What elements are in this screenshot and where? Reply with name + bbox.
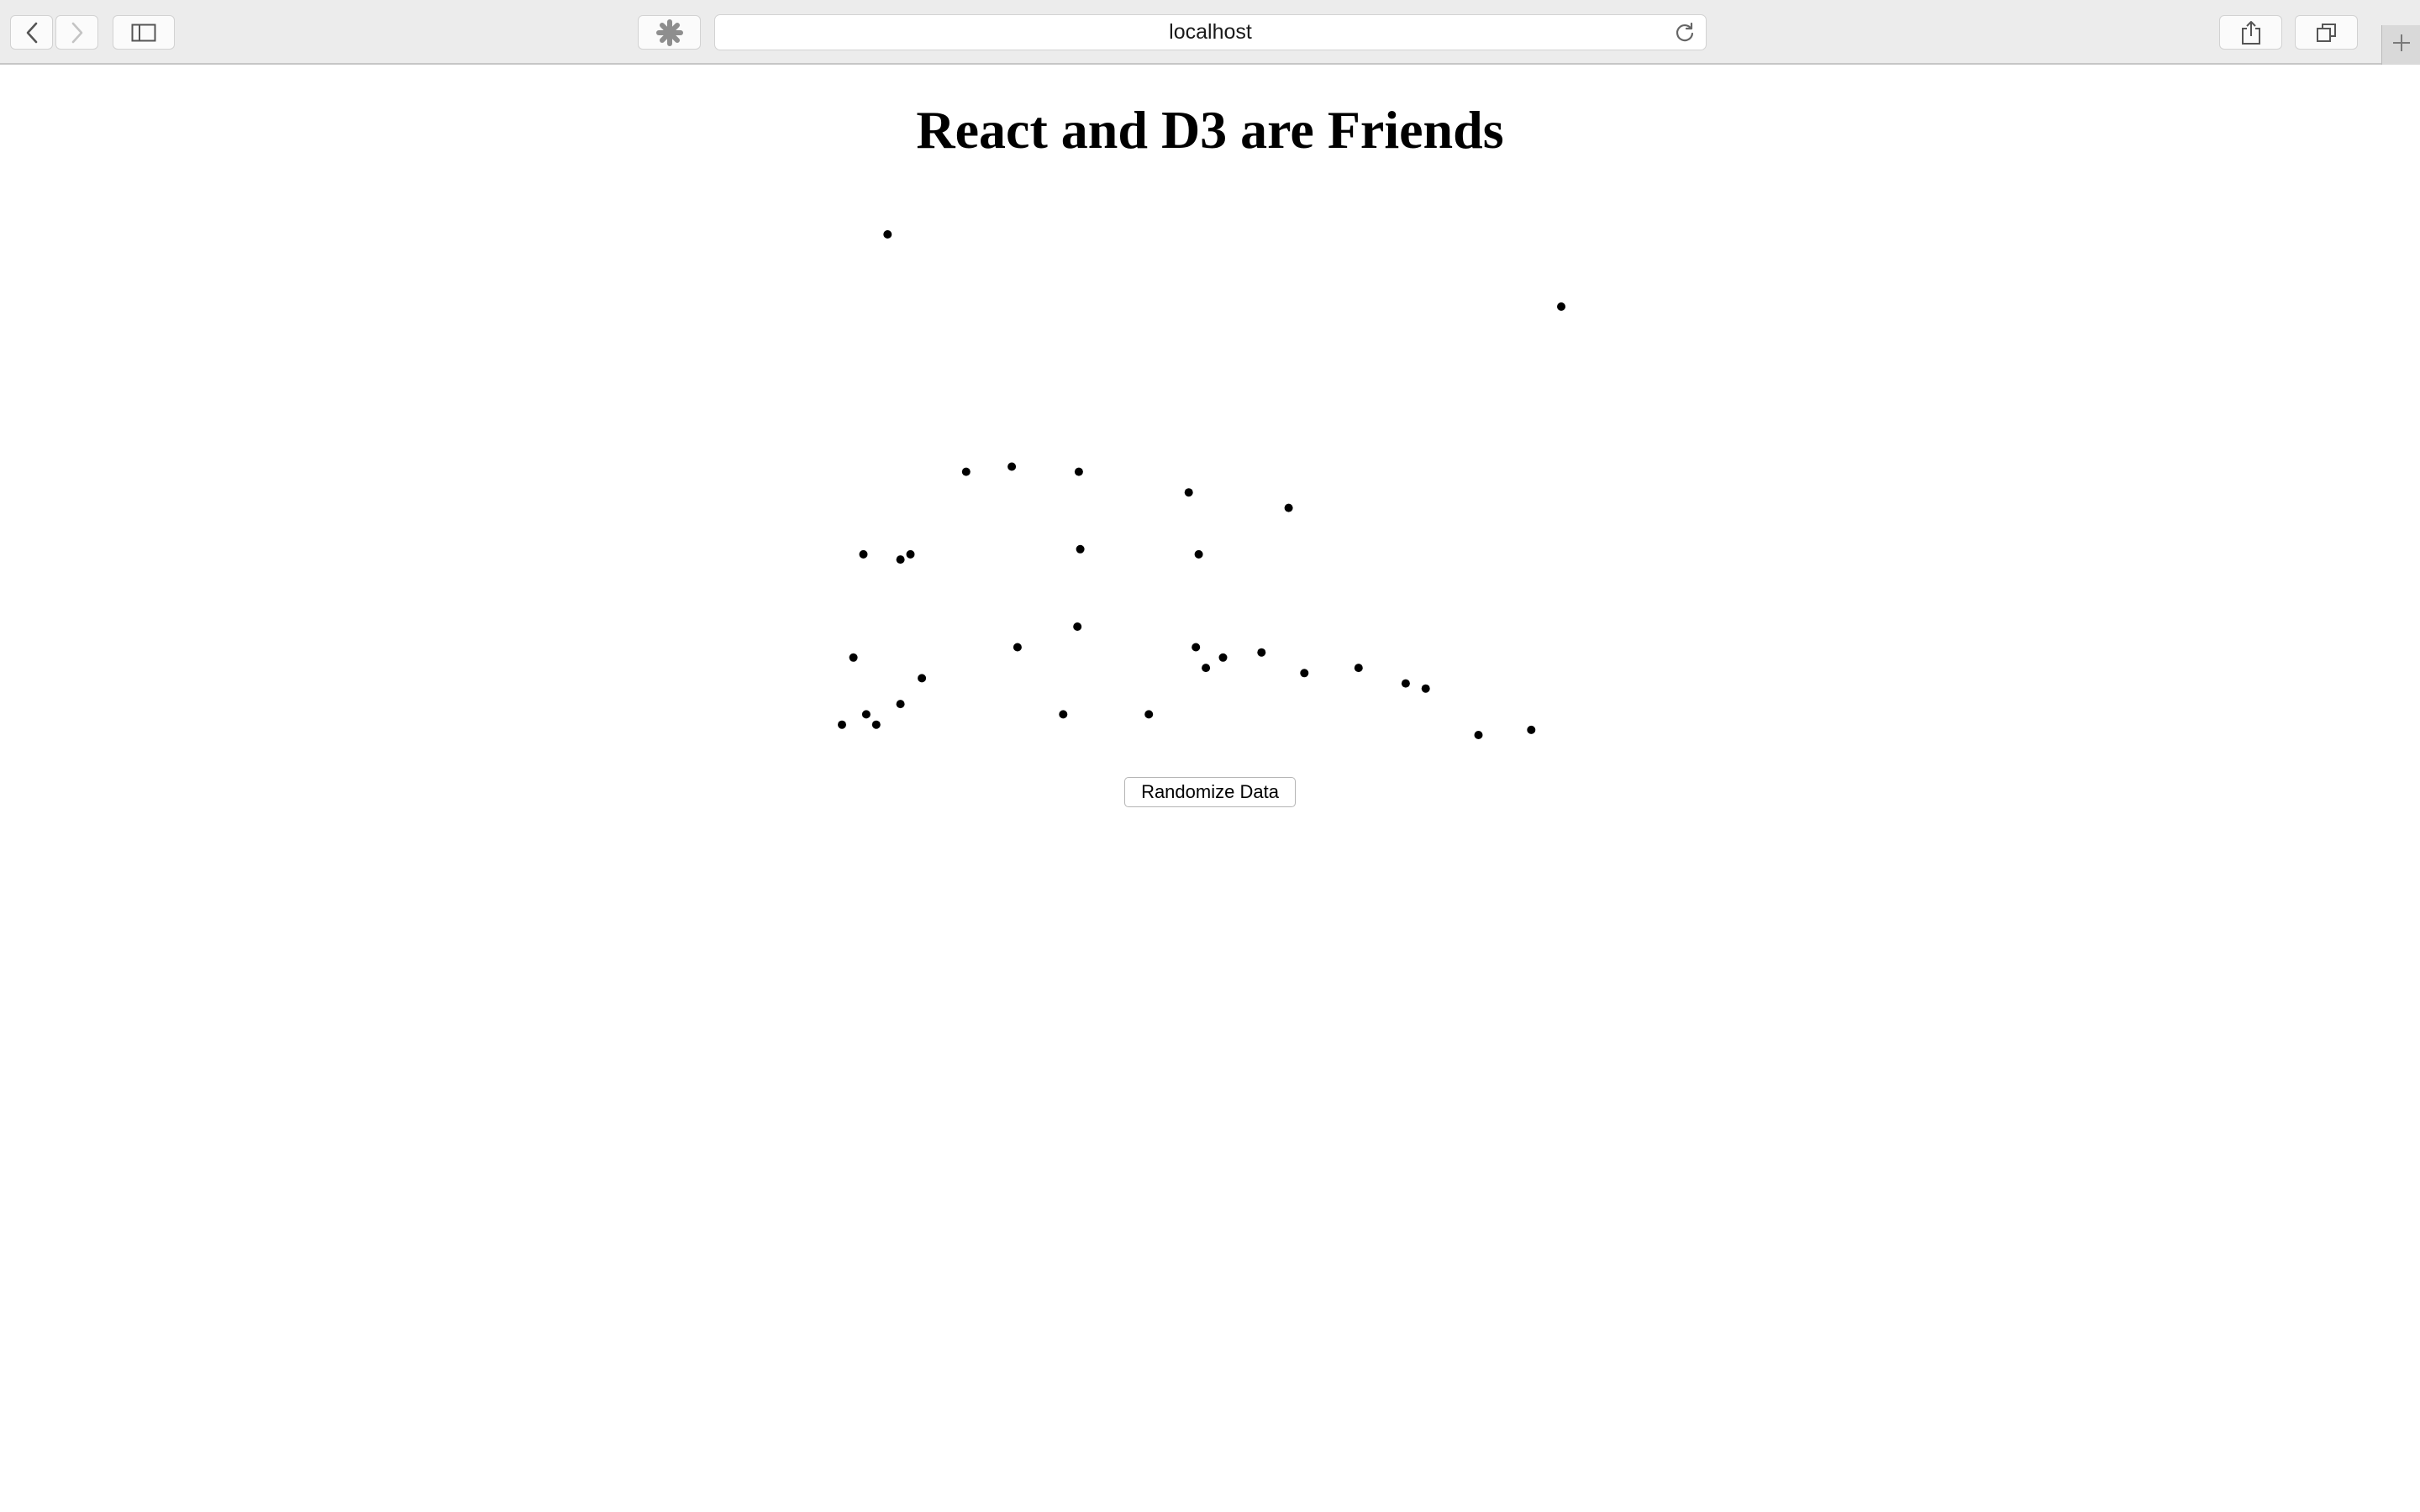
data-point xyxy=(1007,462,1017,471)
share-icon xyxy=(2240,20,2262,45)
data-point xyxy=(1144,710,1154,719)
data-point xyxy=(1013,643,1022,652)
data-point xyxy=(1202,664,1211,673)
data-point xyxy=(871,720,881,729)
tabs-overview-button[interactable] xyxy=(2295,15,2358,50)
data-point xyxy=(1076,544,1085,554)
extension-button[interactable] xyxy=(638,15,701,50)
data-point xyxy=(1401,679,1410,688)
data-point xyxy=(859,549,868,559)
puzzle-icon xyxy=(655,18,684,47)
data-point xyxy=(861,710,871,719)
data-point xyxy=(1074,467,1083,476)
page-content: React and D3 are Friends Randomize Data xyxy=(0,65,2420,1512)
randomize-data-button[interactable]: Randomize Data xyxy=(1124,777,1296,807)
data-point xyxy=(961,467,971,476)
tabs-icon xyxy=(2315,21,2338,45)
data-point xyxy=(838,720,846,729)
data-point xyxy=(1527,725,1536,734)
sidebar-button[interactable] xyxy=(113,15,175,50)
address-text: localhost xyxy=(1169,20,1252,44)
data-point xyxy=(1354,664,1363,673)
data-point xyxy=(1300,669,1309,678)
address-bar[interactable]: localhost xyxy=(714,14,1707,50)
data-point xyxy=(1421,684,1430,693)
data-point xyxy=(906,549,915,559)
data-point xyxy=(896,555,905,564)
browser-toolbar: localhost xyxy=(0,0,2420,65)
page-title: React and D3 are Friends xyxy=(916,100,1504,160)
data-point xyxy=(1257,648,1266,657)
data-point xyxy=(918,674,927,683)
data-point xyxy=(1073,622,1082,631)
new-tab-button[interactable] xyxy=(2381,25,2420,65)
chevron-left-icon xyxy=(24,21,40,45)
back-button[interactable] xyxy=(10,15,53,50)
sidebar-icon xyxy=(131,24,156,42)
chevron-right-icon xyxy=(69,21,86,45)
data-point xyxy=(1059,710,1068,719)
data-point xyxy=(1192,643,1201,652)
forward-button[interactable] xyxy=(55,15,98,50)
reload-icon[interactable] xyxy=(1674,22,1696,48)
data-point xyxy=(1284,503,1293,512)
data-point xyxy=(1194,549,1203,559)
data-point xyxy=(1557,302,1565,311)
data-point xyxy=(1184,488,1193,497)
share-button[interactable] xyxy=(2219,15,2282,50)
data-point xyxy=(1474,731,1483,739)
scatter-chart xyxy=(838,230,1565,739)
data-point xyxy=(883,230,892,239)
plus-icon xyxy=(2391,32,2412,58)
data-point xyxy=(849,653,858,662)
data-point xyxy=(896,700,905,709)
data-point xyxy=(1218,653,1228,662)
